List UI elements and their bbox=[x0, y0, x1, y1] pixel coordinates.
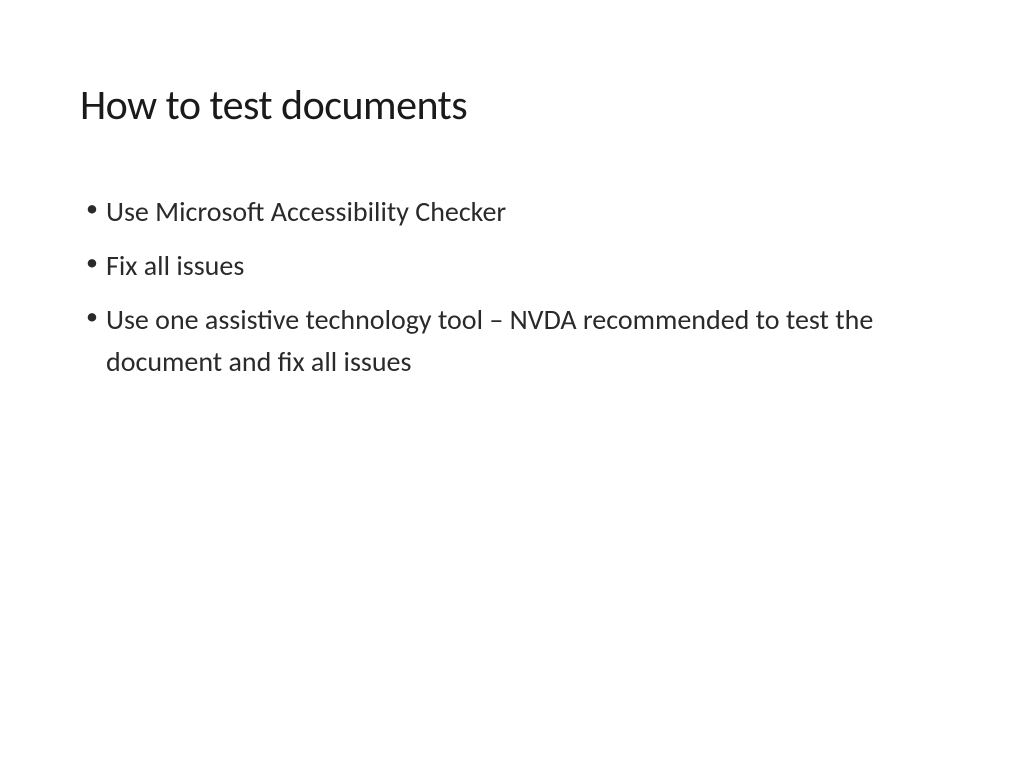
slide-container: How to test documents Use Microsoft Acce… bbox=[0, 0, 1024, 768]
slide-title: How to test documents bbox=[80, 80, 944, 131]
list-item: Fix all issues bbox=[86, 245, 944, 287]
bullet-list: Use Microsoft Accessibility Checker Fix … bbox=[80, 191, 944, 383]
list-item: Use one assistive technology tool – NVDA… bbox=[86, 299, 944, 383]
list-item: Use Microsoft Accessibility Checker bbox=[86, 191, 944, 233]
